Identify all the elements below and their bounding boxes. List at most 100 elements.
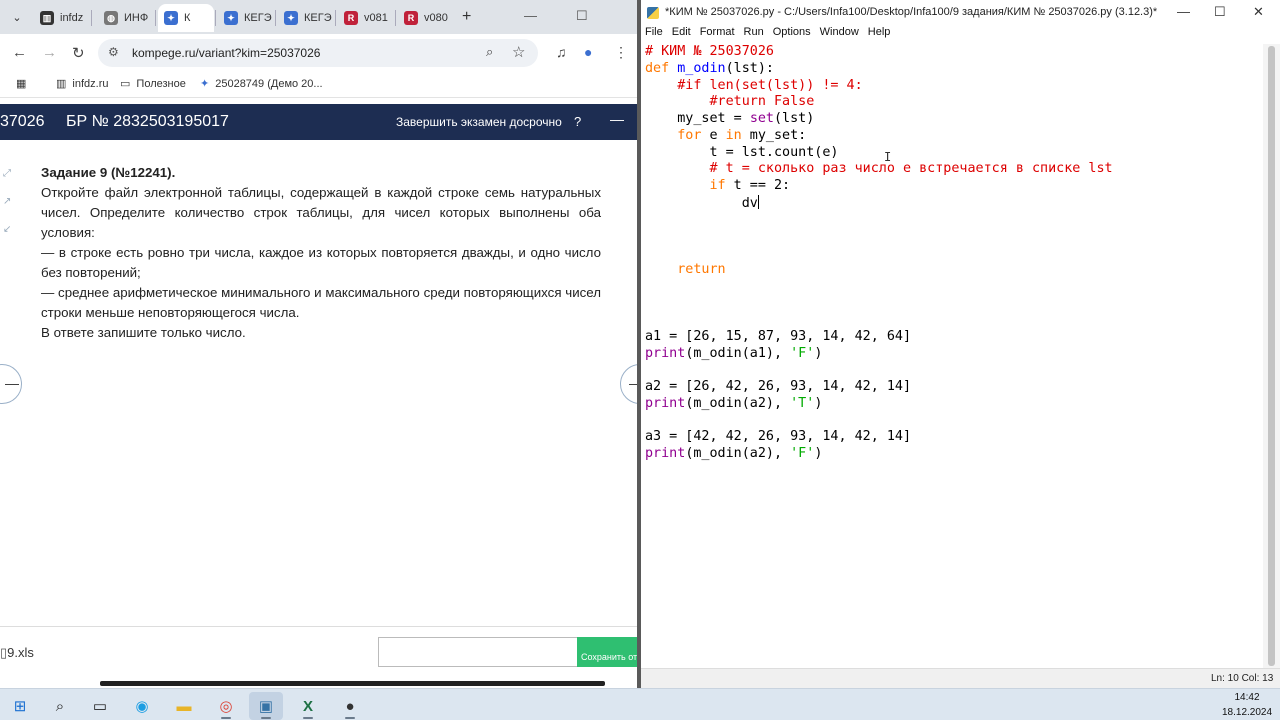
site-info-icon[interactable]: ⚙ — [108, 45, 119, 59]
code-line[interactable] — [645, 413, 1263, 430]
browser-tab[interactable]: ▥ infdz — [34, 4, 90, 32]
back-icon[interactable]: ← — [12, 44, 27, 61]
address-bar[interactable]: ⚙ kompege.ru/variant?kim=25037026 ⌕ ☆ — [98, 39, 538, 67]
running-indicator — [261, 717, 271, 719]
arrow-icon[interactable]: ↙ — [3, 224, 11, 235]
running-indicator — [345, 717, 355, 719]
obs-icon[interactable]: ● — [333, 692, 367, 720]
answer-input[interactable] — [378, 637, 578, 667]
maximize-icon[interactable]: ☐ — [576, 8, 588, 24]
excel-icon[interactable]: X — [291, 692, 325, 720]
minimize-icon[interactable]: — — [1177, 4, 1190, 19]
browser-tab[interactable]: Rv080 — [398, 4, 454, 32]
menu-item-run[interactable]: Run — [744, 26, 764, 42]
code-line[interactable]: my_set = set(lst) — [645, 111, 1263, 128]
code-line[interactable]: print(m_odin(a2), 'T') — [645, 396, 1263, 413]
menu-item-edit[interactable]: Edit — [672, 26, 691, 42]
code-line[interactable]: a3 = [42, 42, 26, 93, 14, 42, 14] — [645, 429, 1263, 446]
code-line[interactable]: dv — [645, 194, 1263, 212]
menu-item-format[interactable]: Format — [700, 26, 735, 42]
code-line[interactable]: def m_odin(lst): — [645, 61, 1263, 78]
help-button[interactable]: ? — [574, 114, 581, 129]
prev-task-button[interactable]: — — [0, 364, 22, 404]
edge-icon[interactable]: ◉ — [125, 692, 159, 720]
code-line[interactable]: #return False — [645, 94, 1263, 111]
close-icon[interactable]: ✕ — [1253, 4, 1264, 20]
bookmark-folder[interactable]: ▭ Полезное — [120, 77, 186, 91]
code-line[interactable]: # КИМ № 25037026 — [645, 44, 1263, 61]
expand-icon[interactable]: ⤢ — [3, 168, 11, 179]
horizontal-scrollbar[interactable] — [100, 681, 605, 686]
explorer-icon[interactable]: ▬ — [167, 692, 201, 720]
code-line[interactable] — [645, 212, 1263, 229]
code-line[interactable]: print(m_odin(a2), 'F') — [645, 446, 1263, 463]
browser-menu-icon[interactable]: ⋮ — [614, 44, 628, 61]
code-line[interactable]: print(m_odin(a1), 'F') — [645, 346, 1263, 363]
code-line[interactable] — [645, 295, 1263, 312]
code-token: my_set: — [741, 127, 807, 143]
code-editor[interactable]: # КИМ № 25037026 def m_odin(lst): #if len… — [641, 44, 1263, 668]
scrollbar-thumb[interactable] — [1268, 46, 1275, 666]
browser-tab[interactable]: ◍ ИНФ — [98, 4, 154, 32]
code-line[interactable] — [645, 362, 1263, 379]
menu-item-window[interactable]: Window — [820, 26, 859, 42]
python-icon[interactable]: ▣ — [249, 692, 283, 720]
file-link[interactable]: ▯9.xls — [0, 645, 34, 661]
code-line[interactable]: a1 = [26, 15, 87, 93, 14, 42, 64] — [645, 329, 1263, 346]
bookmark-demo[interactable]: ✦ 25028749 (Демо 20... — [200, 77, 323, 91]
code-line[interactable]: # t = сколько раз число e встречается в … — [645, 161, 1263, 178]
browser-tab[interactable]: ✦ КЕГЭ — [218, 4, 274, 32]
bookmark-infdz[interactable]: ▥ infdz.ru — [56, 77, 108, 91]
new-tab-button[interactable]: + — [462, 8, 471, 26]
code-line[interactable]: return — [645, 262, 1263, 279]
vertical-scrollbar[interactable] — [1263, 44, 1280, 668]
tab-label: ИНФ — [124, 12, 149, 24]
tab-separator — [215, 10, 216, 26]
code-line[interactable]: a2 = [26, 42, 26, 93, 14, 42, 14] — [645, 379, 1263, 396]
search-icon[interactable]: ⌕ — [43, 692, 77, 720]
code-line[interactable]: if t == 2: — [645, 178, 1263, 195]
running-indicator — [221, 717, 231, 719]
forward-icon[interactable]: → — [42, 44, 57, 61]
collapse-button[interactable]: — — [610, 111, 624, 127]
apps-icon[interactable]: ▦ — [16, 77, 26, 90]
task-view-icon[interactable]: ▭ — [83, 692, 117, 720]
finish-exam-button[interactable]: Завершить экзамен досрочно — [396, 115, 562, 129]
code-line[interactable]: t = lst.count(e) — [645, 145, 1263, 162]
clock[interactable]: 14:42 18.12.2024 — [1222, 690, 1272, 720]
tab-label: К — [184, 12, 191, 24]
line-column-indicator: Ln: 10 Col: 13 — [1211, 673, 1274, 684]
zoom-icon[interactable]: ⌕ — [486, 44, 493, 60]
task-paragraph: В ответе запишите только число. — [41, 325, 246, 340]
browser-tab[interactable]: Rv081 — [338, 4, 394, 32]
text-cursor — [757, 194, 759, 209]
media-control-icon[interactable]: ♫ — [556, 44, 567, 60]
code-line[interactable] — [645, 312, 1263, 329]
reload-icon[interactable]: ↻ — [72, 44, 85, 62]
chrome-icon[interactable]: ◎ — [209, 692, 243, 720]
code-line[interactable] — [645, 279, 1263, 296]
next-task-button[interactable]: — — [620, 364, 637, 404]
menu-item-options[interactable]: Options — [773, 26, 811, 42]
infdz-icon: ▥ — [56, 78, 67, 90]
code-line[interactable] — [645, 245, 1263, 262]
code-line[interactable] — [645, 228, 1263, 245]
menu-item-help[interactable]: Help — [868, 26, 891, 42]
bookmark-star-icon[interactable]: ☆ — [512, 43, 525, 61]
save-answer-button[interactable]: Сохранить ответ — [577, 637, 637, 667]
browser-tab[interactable]: ✦ КЕГЭ — [278, 4, 334, 32]
tab-search-icon[interactable]: ⌄ — [6, 6, 28, 28]
code-token: t = lst.count(e) — [645, 144, 839, 160]
code-line[interactable]: #if len(set(lst)) != 4: — [645, 78, 1263, 95]
url-text[interactable]: kompege.ru/variant?kim=25037026 — [132, 46, 320, 60]
start-icon[interactable]: ⊞ — [3, 692, 37, 720]
arrow-icon[interactable]: ↗ — [3, 196, 11, 207]
browser-tab[interactable]: ✦ К — [158, 4, 214, 32]
profile-icon[interactable]: ● — [584, 44, 592, 60]
menu-item-file[interactable]: File — [645, 26, 663, 42]
minimize-icon[interactable]: — — [524, 8, 537, 23]
maximize-icon[interactable]: ☐ — [1214, 4, 1226, 20]
code-line[interactable]: for e in my_set: — [645, 128, 1263, 145]
